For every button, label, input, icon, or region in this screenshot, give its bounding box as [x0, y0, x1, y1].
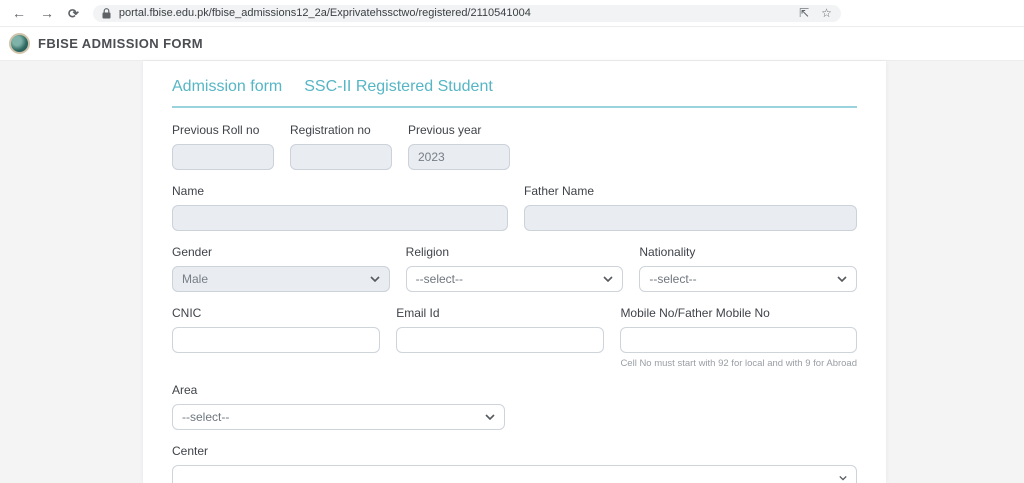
email-input[interactable] — [396, 327, 605, 353]
page-background: Admission form SSC-II Registered Student… — [0, 61, 1024, 483]
field-name: Name — [172, 184, 508, 231]
name-input — [172, 205, 508, 231]
cnic-input[interactable] — [172, 327, 381, 353]
chevron-down-icon — [370, 276, 380, 282]
browser-toolbar: ← → ⟳ portal.fbise.edu.pk/fbise_admissio… — [0, 0, 1024, 27]
name-label: Name — [172, 184, 205, 198]
field-previous-year: Previous year — [408, 123, 510, 170]
gender-label: Gender — [172, 245, 213, 259]
form-subtitle: SSC-II Registered Student — [304, 78, 493, 95]
field-email: Email Id — [396, 306, 605, 369]
mobile-label: Mobile No/Father Mobile No — [620, 306, 770, 320]
field-religion: Religion --select-- — [405, 245, 624, 292]
row-demographics: Gender Male Religion --select-- National… — [172, 245, 858, 292]
religion-label: Religion — [405, 245, 450, 259]
area-select[interactable]: --select-- — [172, 404, 505, 430]
center-label: Center — [172, 444, 209, 458]
app-header: FBISE ADMISSION FORM — [0, 27, 1024, 61]
chevron-down-icon — [839, 475, 847, 481]
mobile-input[interactable] — [620, 327, 857, 353]
area-value: --select-- — [182, 410, 230, 424]
field-previous-roll-no: Previous Roll no — [172, 123, 274, 170]
cnic-label: CNIC — [172, 306, 202, 320]
field-cnic: CNIC — [172, 306, 381, 369]
address-bar[interactable]: portal.fbise.edu.pk/fbise_admissions12_2… — [92, 4, 841, 22]
center-select[interactable] — [172, 465, 857, 483]
row-center: Center — [172, 444, 857, 483]
previous-year-label: Previous year — [408, 123, 482, 137]
row-previous-info: Previous Roll no Registration no Previou… — [172, 123, 857, 170]
padlock-icon — [102, 7, 111, 18]
father-name-label: Father Name — [524, 184, 595, 198]
app-title: FBISE ADMISSION FORM — [38, 36, 203, 51]
nationality-select[interactable]: --select-- — [639, 266, 858, 292]
back-icon[interactable]: ← — [12, 6, 26, 20]
reload-icon[interactable]: ⟳ — [68, 7, 79, 20]
url-text[interactable]: portal.fbise.edu.pk/fbise_admissions12_2… — [119, 7, 791, 19]
previous-roll-no-input — [172, 144, 274, 170]
area-label: Area — [172, 383, 198, 397]
field-area: Area --select-- — [172, 383, 505, 430]
gender-value: Male — [182, 272, 209, 286]
field-center: Center — [172, 444, 857, 483]
chevron-down-icon — [837, 276, 847, 282]
registration-no-input — [290, 144, 392, 170]
row-contact: CNIC Email Id Mobile No/Father Mobile No… — [172, 306, 857, 369]
father-name-input — [524, 205, 857, 231]
share-icon[interactable]: ⇱ — [799, 7, 809, 19]
form-title: Admission form — [172, 78, 283, 95]
fbise-logo-icon — [9, 33, 30, 54]
religion-value: --select-- — [415, 272, 464, 286]
chevron-down-icon — [485, 414, 495, 420]
nationality-label: Nationality — [639, 245, 696, 259]
bookmark-star-icon[interactable]: ☆ — [821, 7, 832, 19]
field-mobile: Mobile No/Father Mobile No Cell No must … — [620, 306, 857, 369]
title-divider — [172, 106, 857, 108]
row-names: Name Father Name — [172, 184, 857, 231]
gender-select: Male — [172, 266, 390, 292]
previous-year-input — [408, 144, 510, 170]
mobile-helper-text: Cell No must start with 92 for local and… — [620, 358, 857, 369]
form-title-row: Admission form SSC-II Registered Student — [172, 76, 857, 96]
field-registration-no: Registration no — [290, 123, 392, 170]
field-father-name: Father Name — [524, 184, 857, 231]
religion-select[interactable]: --select-- — [405, 266, 624, 292]
chevron-down-icon — [603, 276, 613, 282]
email-label: Email Id — [396, 306, 440, 320]
registration-no-label: Registration no — [290, 123, 371, 137]
previous-roll-no-label: Previous Roll no — [172, 123, 260, 137]
field-nationality: Nationality --select-- — [639, 245, 858, 292]
forward-icon[interactable]: → — [40, 6, 54, 20]
row-area: Area --select-- — [172, 383, 857, 430]
nationality-value: --select-- — [649, 272, 697, 286]
field-gender: Gender Male — [172, 245, 390, 292]
admission-form-card: Admission form SSC-II Registered Student… — [143, 61, 886, 483]
